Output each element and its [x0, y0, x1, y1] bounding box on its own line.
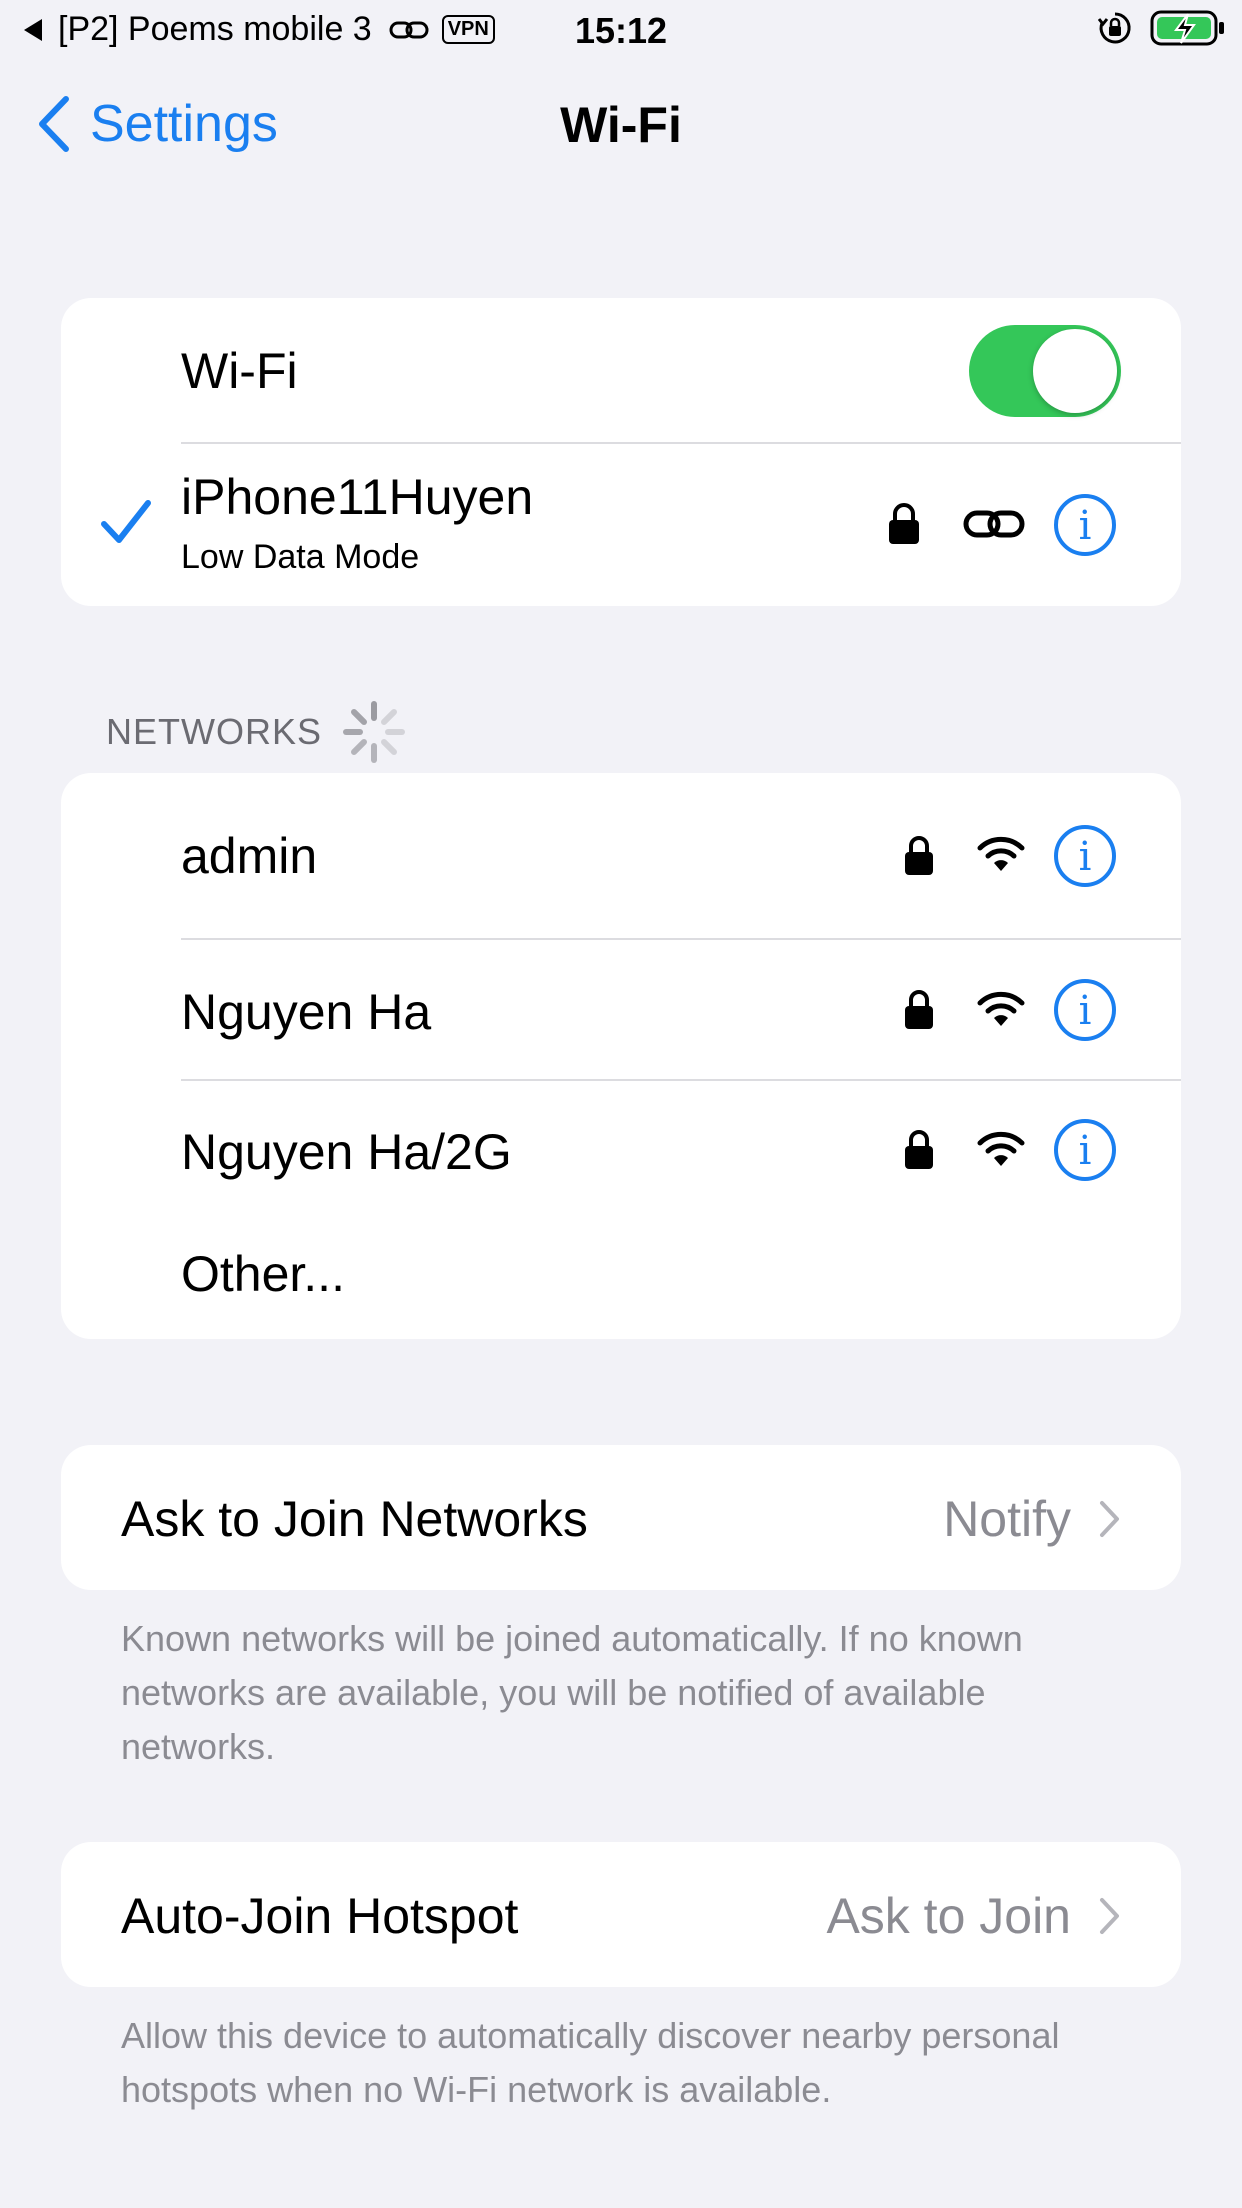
- loading-spinner-icon: [343, 701, 406, 763]
- wifi-toggle-row: Wi-Fi: [61, 298, 1181, 444]
- vpn-badge: VPN: [441, 15, 495, 44]
- lock-icon: [889, 503, 919, 544]
- ask-to-join-row[interactable]: Ask to Join Networks Notify: [61, 1445, 1181, 1590]
- page-title: Wi-Fi: [560, 97, 682, 153]
- wifi-signal-icon: [977, 1131, 1025, 1166]
- status-bar: [P2] Poems mobile 3 VPN 15:12: [0, 0, 1242, 62]
- other-network-label: Other...: [181, 1246, 345, 1302]
- checkmark-icon: [101, 500, 151, 543]
- wifi-card: Wi-Fi iPhone11Huyen Low Data Mode i: [61, 298, 1181, 606]
- status-right: [1098, 10, 1226, 46]
- connected-network-name: iPhone11Huyen: [181, 469, 534, 525]
- network-row[interactable]: Nguyen Ha i: [61, 940, 1181, 1079]
- orientation-lock-icon: [1098, 12, 1131, 44]
- link-icon: [389, 21, 429, 38]
- auto-join-hotspot-row[interactable]: Auto-Join Hotspot Ask to Join: [61, 1842, 1181, 1987]
- connected-network-row[interactable]: iPhone11Huyen Low Data Mode i: [61, 444, 1181, 606]
- connected-network-subtitle: Low Data Mode: [181, 538, 420, 576]
- network-name: Nguyen Ha/2G: [181, 1124, 512, 1180]
- network-info-button[interactable]: i: [1054, 979, 1116, 1041]
- networks-card: admin i Nguyen Ha i Nguyen Ha/2G i Other…: [61, 773, 1181, 1339]
- auto-join-hotspot-value: Ask to Join: [826, 1888, 1071, 1944]
- battery-charging-icon: [1150, 10, 1224, 46]
- network-info-button[interactable]: i: [1054, 825, 1116, 887]
- wifi-signal-icon: [977, 991, 1025, 1026]
- networks-header-label: NETWORKS: [106, 711, 323, 752]
- back-to-app-icon[interactable]: [20, 17, 44, 43]
- network-row[interactable]: admin i: [61, 773, 1181, 939]
- back-app-label[interactable]: [P2] Poems mobile 3: [58, 10, 372, 49]
- network-info-button[interactable]: i: [1054, 1119, 1116, 1181]
- wifi-signal-icon: [977, 836, 1025, 871]
- ask-to-join-value-group: Notify: [943, 1490, 1121, 1548]
- auto-join-hotspot-label: Auto-Join Hotspot: [121, 1888, 519, 1944]
- ask-to-join-value: Notify: [943, 1491, 1071, 1547]
- toggle-knob: [1033, 329, 1117, 413]
- auto-join-hotspot-footnote: Allow this device to automatically disco…: [121, 2015, 1060, 2110]
- hotspot-link-icon: [963, 510, 1025, 538]
- other-network-row[interactable]: Other...: [61, 1219, 1181, 1339]
- network-name: Nguyen Ha: [181, 984, 432, 1040]
- lock-icon: [905, 990, 933, 1029]
- chevron-right-icon: [1100, 1898, 1119, 1934]
- auto-join-hotspot-value-group: Ask to Join: [826, 1887, 1121, 1945]
- lock-icon: [905, 836, 933, 875]
- lock-icon: [905, 1130, 933, 1169]
- network-row[interactable]: Nguyen Ha/2G i: [61, 1081, 1181, 1219]
- status-left: [P2] Poems mobile 3 VPN: [20, 10, 495, 49]
- wifi-toggle[interactable]: [969, 325, 1121, 417]
- chevron-right-icon: [1100, 1501, 1119, 1537]
- ask-to-join-footnote: Known networks will be joined automatica…: [121, 1618, 1023, 1767]
- network-name: admin: [181, 828, 318, 884]
- wifi-toggle-label: Wi-Fi: [181, 343, 298, 399]
- ask-to-join-label: Ask to Join Networks: [121, 1491, 588, 1547]
- status-time: 15:12: [575, 10, 668, 51]
- connected-network-info-button[interactable]: i: [1054, 494, 1116, 556]
- networks-section-header: NETWORKS: [106, 700, 406, 764]
